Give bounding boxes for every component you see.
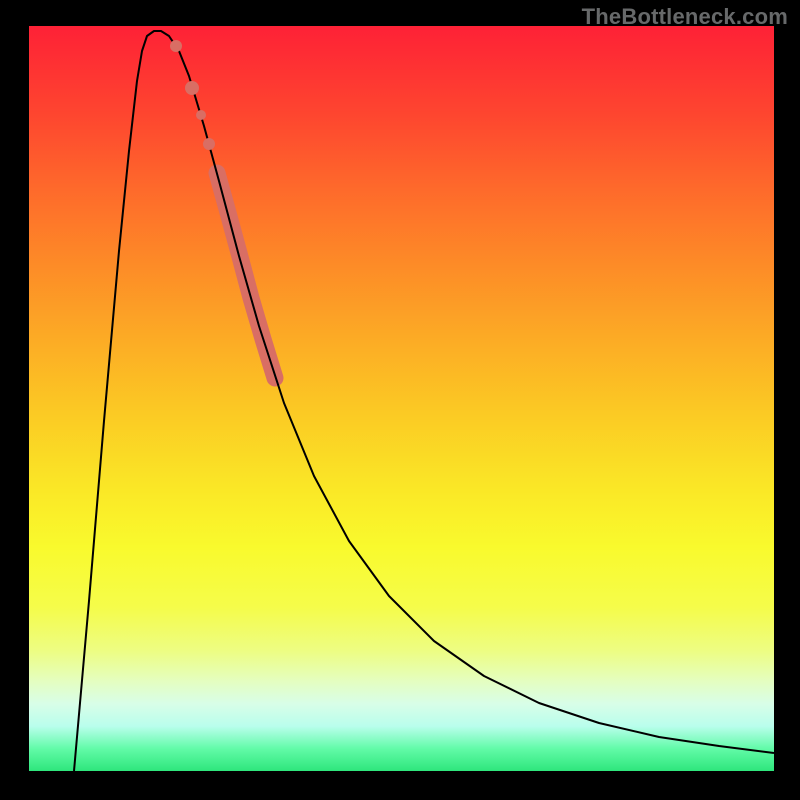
plot-area xyxy=(29,26,774,771)
chart-svg xyxy=(29,26,774,771)
chart-frame: TheBottleneck.com xyxy=(0,0,800,800)
dot-1 xyxy=(170,40,182,52)
dot-2 xyxy=(185,81,199,95)
curve-layer xyxy=(74,31,774,771)
watermark-text: TheBottleneck.com xyxy=(582,4,788,30)
dot-3 xyxy=(196,110,206,120)
marker-layer xyxy=(170,40,215,150)
dot-4 xyxy=(203,138,215,150)
bottleneck-curve xyxy=(74,31,774,771)
